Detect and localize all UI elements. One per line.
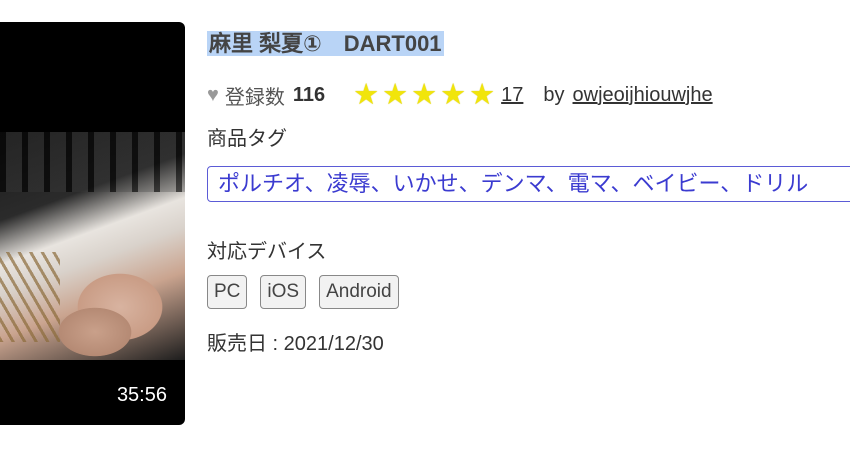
video-thumbnail[interactable]: 35:56 [0,22,185,425]
author-link[interactable]: owjeoijhiouwjhe [573,84,713,107]
rating-stars: ★ ★ ★ ★ ★ [353,78,498,111]
star-icon: ★ [353,78,380,111]
device-badge-pc: PC [207,275,248,309]
star-icon: ★ [411,78,438,111]
tags-list[interactable]: ポルチオ、凌辱、いかせ、デンマ、電マ、ベイビー、ドリル [207,166,850,202]
product-stats: ♥ 登録数 116 ★ ★ ★ ★ ★ 17 by owjeoijhiouwjh… [207,80,713,110]
device-badges: PC iOS Android [207,275,412,309]
release-date: 販売日 : 2021/12/30 [207,333,384,355]
tags-heading: 商品タグ [207,128,287,150]
star-icon: ★ [382,78,409,111]
star-icon: ★ [469,78,496,111]
star-icon: ★ [440,78,467,111]
devices-heading: 対応デバイス [207,241,327,263]
review-count-link[interactable]: 17 [501,84,523,107]
product-title: 麻里 梨夏① DART001 [207,28,444,60]
favorites-label: 登録数 [224,86,285,109]
thumbnail-image-detail-2 [0,252,60,342]
favorites-count: 116 [292,83,326,106]
heart-icon[interactable]: ♥ [207,84,219,107]
by-label: by [543,83,565,106]
product-title-text: 麻里 梨夏① DART001 [207,31,444,56]
thumbnail-image-detail [0,132,185,192]
device-badge-android: Android [319,275,399,309]
video-duration: 35:56 [116,384,167,406]
device-badge-ios: iOS [260,275,307,309]
